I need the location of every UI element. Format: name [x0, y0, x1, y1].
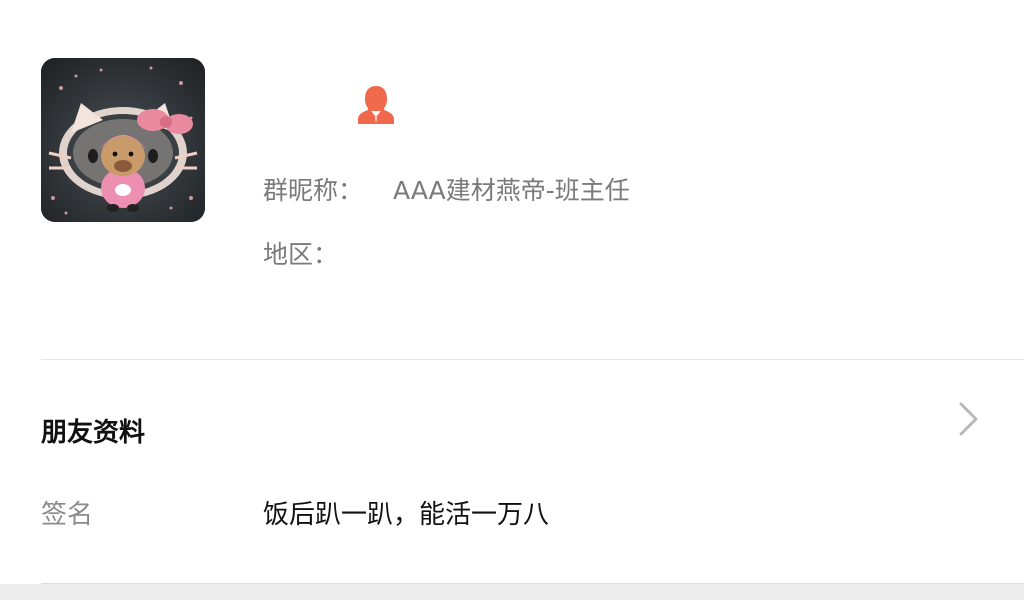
- signature-value: 饭后趴一趴，能活一万八: [263, 500, 550, 530]
- user-silhouette-icon: [357, 84, 395, 124]
- region-row: 地区：: [263, 238, 338, 272]
- nickname-label: 群昵称：: [263, 176, 364, 205]
- nickname-row: 群昵称： AAA建材燕帝-班主任: [263, 174, 630, 208]
- nickname-value: AAA建材燕帝-班主任: [393, 176, 630, 205]
- avatar[interactable]: [41, 58, 205, 222]
- friend-info-title[interactable]: 朋友资料: [41, 415, 145, 451]
- profile-page: 群昵称： AAA建材燕帝-班主任 地区： 朋友资料 签名 饭后趴一趴，能活一万八: [0, 0, 1024, 600]
- chevron-right-icon[interactable]: [956, 400, 982, 438]
- bottom-separator-band: [0, 584, 1024, 600]
- section-divider: [41, 359, 1024, 360]
- signature-label: 签名: [41, 500, 94, 530]
- region-label: 地区：: [263, 240, 339, 269]
- avatar-photo-icon: [41, 58, 205, 222]
